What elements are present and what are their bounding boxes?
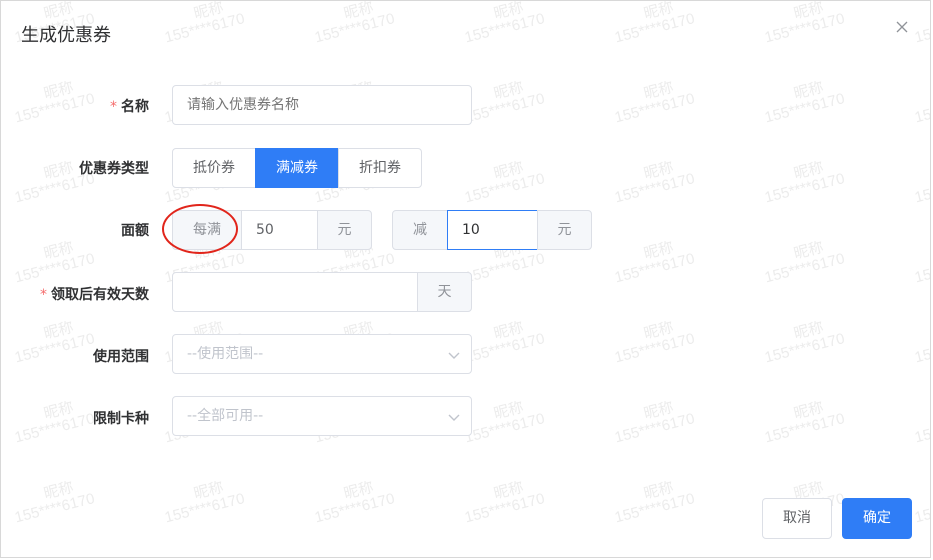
watermark-text: 昵称155****6170 [912,90,931,127]
watermark-text: 昵称155****6170 [762,78,847,127]
scope-label: 使用范围 [93,349,149,365]
watermark-text: 昵称155****6170 [162,478,247,527]
coupon-type-option-full-reduction[interactable]: 满减券 [255,148,339,188]
watermark-text: 昵称155****6170 [912,330,931,367]
confirm-button[interactable]: 确定 [842,498,912,539]
valid-days-input[interactable] [172,272,418,312]
discount-input[interactable] [447,210,538,250]
watermark-text: 昵称155****6170 [462,158,547,207]
card-type-select[interactable]: --全部可用-- [172,396,472,436]
name-label: * 名称 [110,99,149,115]
watermark-text: 昵称155****6170 [912,490,931,527]
chevron-down-icon [448,414,460,421]
threshold-unit: 元 [317,210,372,250]
watermark-text: 昵称155****6170 [462,0,547,47]
watermark-text: 昵称155****6170 [762,0,847,47]
watermark-text: 昵称155****6170 [462,78,547,127]
watermark-text: 昵称155****6170 [762,318,847,367]
valid-days-label: * 领取后有效天数 [40,287,149,303]
card-type-label: 限制卡种 [93,411,149,427]
watermark-text: 昵称155****6170 [912,250,931,287]
watermark-text: 昵称155****6170 [912,10,931,47]
discount-prefix: 减 [392,210,448,250]
watermark-text: 昵称155****6170 [612,238,697,287]
watermark-text: 昵称155****6170 [312,0,397,47]
watermark-text: 昵称155****6170 [762,238,847,287]
watermark-text: 昵称155****6170 [612,318,697,367]
watermark-text: 昵称155****6170 [612,478,697,527]
close-button[interactable] [892,17,912,37]
discount-unit: 元 [537,210,592,250]
coupon-type-option-discount-voucher[interactable]: 抵价券 [172,148,256,188]
watermark-text: 昵称155****6170 [12,238,97,287]
threshold-prefix: 每满 [172,210,242,250]
threshold-input[interactable] [241,210,318,250]
coupon-type-label: 优惠券类型 [79,161,149,177]
watermark-text: 昵称155****6170 [912,170,931,207]
watermark-text: 昵称155****6170 [312,478,397,527]
watermark-text: 昵称155****6170 [12,478,97,527]
coupon-type-option-percentage[interactable]: 折扣券 [338,148,422,188]
coupon-dialog: 昵称 155****6170 昵称 155****6170 昵称 155****6170 昵… [0,0,931,558]
watermark-text: 昵称155****6170 [162,0,247,47]
watermark-text: 昵称155****6170 [462,398,547,447]
chevron-down-icon [448,352,460,359]
watermark-text: 昵称155****6170 [912,410,931,447]
dialog-title: 生成优惠券 [21,25,111,46]
scope-select[interactable]: --使用范围-- [172,334,472,374]
name-input[interactable] [172,85,472,125]
watermark-text: 昵称155****6170 [462,478,547,527]
watermark-text: 昵称155****6170 [762,158,847,207]
cancel-button[interactable]: 取消 [762,498,832,539]
watermark-text: 昵称155****6170 [612,0,697,47]
watermark-text: 昵称155****6170 [462,318,547,367]
valid-days-unit: 天 [417,272,472,312]
watermark-text: 昵称155****6170 [612,78,697,127]
watermark-text: 昵称155****6170 [762,398,847,447]
watermark-text: 昵称155****6170 [612,158,697,207]
coupon-type-group: 抵价券 满减券 折扣券 [172,148,422,188]
amount-label: 面额 [121,223,149,239]
watermark-text: 昵称155****6170 [612,398,697,447]
close-icon [896,21,908,33]
